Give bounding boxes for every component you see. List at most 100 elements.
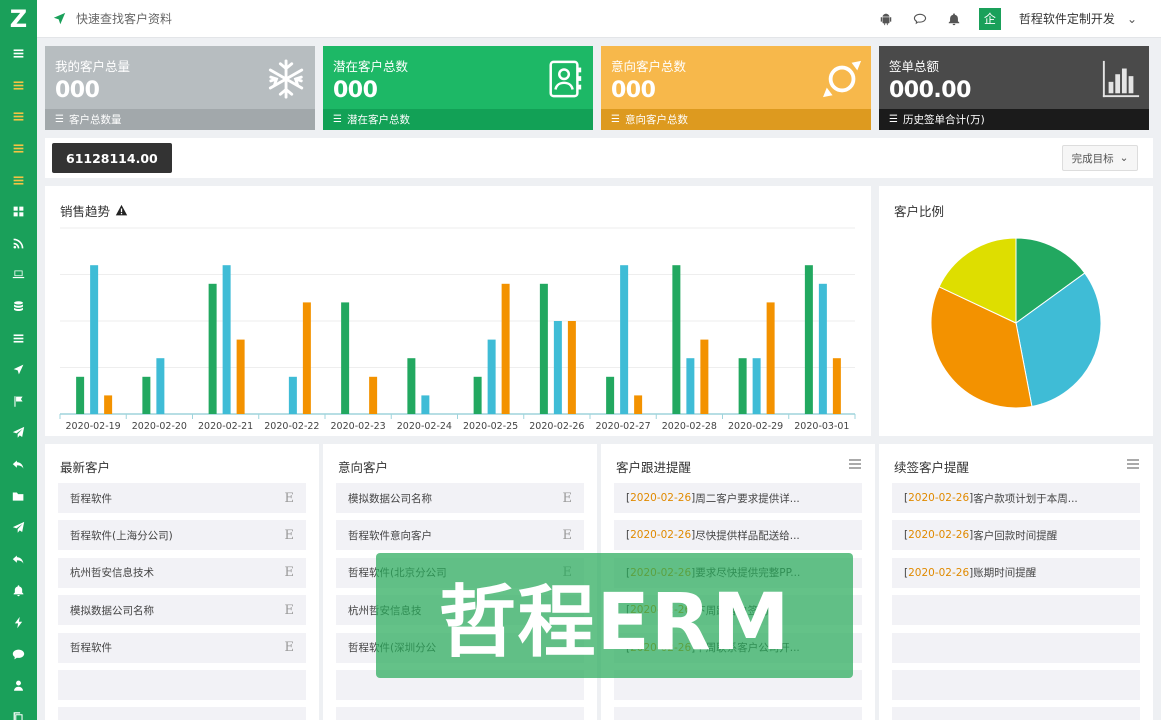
sidebar-item-20[interactable] [0,638,37,670]
menu-icon[interactable] [849,459,861,469]
bar[interactable] [700,339,709,414]
list-item[interactable]: [ 2020-02-26 ] 尽快提供样品配送给... [614,520,862,551]
bar[interactable] [407,358,416,414]
edit-icon[interactable]: E [563,491,573,506]
stat-card-4[interactable]: 签单总额 000.00 ☰ 历史签单合计(万) [879,46,1149,130]
bar[interactable] [473,376,482,414]
sidebar-item-16[interactable] [0,512,37,544]
bar[interactable] [302,302,311,414]
sidebar-item-11[interactable] [0,354,37,386]
bar[interactable] [76,376,85,414]
menu-icon[interactable] [1127,459,1139,469]
list-item[interactable] [58,707,306,720]
bar[interactable] [369,376,378,414]
android-icon[interactable] [869,12,903,26]
sidebar-item-22[interactable] [0,701,37,720]
list-item-text: 哲程软件意向客户 [348,529,432,542]
sidebar-item-14[interactable] [0,449,37,481]
list-item[interactable] [892,632,1140,663]
list-item[interactable]: 杭州哲安信息技术 E [58,557,306,588]
stat-card-2[interactable]: 潜在客户总数 000 ☰ 潜在客户总数 [323,46,593,130]
bar[interactable] [553,321,562,414]
bar[interactable] [539,283,548,414]
list-item[interactable]: [ 2020-02-26 ] 客户回款时间提醒 [892,520,1140,551]
bar[interactable] [487,339,496,414]
bar[interactable] [156,358,165,414]
sidebar-item-21[interactable] [0,670,37,702]
folder-icon [12,492,24,501]
sidebar-item-7[interactable] [0,228,37,260]
bar[interactable] [421,395,430,414]
stat-card-1[interactable]: 我的客户总量 000 ☰ 客户总数量 [45,46,315,130]
goal-dropdown[interactable]: 完成目标 ⌄ [1062,145,1138,171]
user-name[interactable]: 哲程软件定制开发 [1019,10,1115,27]
edit-icon[interactable]: E [285,528,295,543]
avatar[interactable]: 企 [978,7,1001,30]
list-item[interactable] [892,707,1140,720]
chat-icon[interactable] [903,12,937,26]
list-item[interactable]: 模拟数据公司名称 E [336,483,584,513]
list-item[interactable]: 哲程软件(上海分公司) E [58,520,306,551]
sidebar-item-6[interactable] [0,196,37,228]
edit-icon[interactable]: E [285,603,295,618]
bar[interactable] [634,395,643,414]
bar[interactable] [236,339,245,414]
sidebar-item-2[interactable] [0,70,37,102]
sidebar-item-1[interactable] [0,38,37,70]
bar[interactable] [90,265,99,414]
sidebar-item-13[interactable] [0,417,37,449]
sidebar-item-19[interactable] [0,607,37,639]
bar[interactable] [804,265,813,414]
bar[interactable] [288,376,297,414]
list-item[interactable] [614,707,862,720]
bar[interactable] [832,358,841,414]
bar[interactable] [818,283,827,414]
bar[interactable] [752,358,761,414]
bar[interactable] [501,283,510,414]
x-tick-label: 2020-02-24 [397,421,452,432]
list-item[interactable] [892,595,1140,626]
list-item[interactable]: [ 2020-02-26 ] 客户款项计划于本周... [892,483,1140,513]
list-item[interactable]: [ 2020-02-26 ] 周二客户要求提供详... [614,483,862,513]
list-item[interactable] [58,669,306,700]
list-item[interactable]: 哲程软件 E [58,632,306,663]
stat-card-3[interactable]: 意向客户总数 000 ☰ 意向客户总数 [601,46,871,130]
list-item[interactable] [336,707,584,720]
sidebar-item-4[interactable] [0,133,37,165]
bar[interactable] [620,265,629,414]
list-item[interactable]: 哲程软件意向客户 E [336,520,584,551]
bar[interactable] [341,302,350,414]
sidebar-item-9[interactable] [0,291,37,323]
bell-icon[interactable] [937,12,971,26]
bar[interactable] [222,265,231,414]
edit-icon[interactable]: E [563,528,573,543]
sidebar-item-5[interactable] [0,164,37,196]
sidebar-item-10[interactable] [0,322,37,354]
edit-icon[interactable]: E [285,491,295,506]
quick-search[interactable]: 快速查找客户资料 [53,10,172,27]
sidebar-item-8[interactable] [0,259,37,291]
bar[interactable] [738,358,747,414]
list-item[interactable]: 模拟数据公司名称 E [58,595,306,626]
edit-icon[interactable]: E [285,640,295,655]
stat-card-value: 000 [333,78,378,103]
bar[interactable] [686,358,695,414]
edit-icon[interactable]: E [285,565,295,580]
sidebar-item-18[interactable] [0,575,37,607]
sidebar-item-15[interactable] [0,480,37,512]
bar[interactable] [606,376,615,414]
sidebar-item-12[interactable] [0,386,37,418]
list-item[interactable]: 哲程软件 E [58,483,306,513]
list-item[interactable] [892,669,1140,700]
sidebar-item-3[interactable] [0,101,37,133]
bar[interactable] [104,395,113,414]
bar[interactable] [766,302,775,414]
stat-card-value: 000 [55,78,100,103]
bar[interactable] [208,283,217,414]
bar[interactable] [567,321,576,414]
chevron-down-icon[interactable]: ⌄ [1127,12,1137,26]
list-item[interactable]: [ 2020-02-26 ] 账期时间提醒 [892,557,1140,588]
bar[interactable] [142,376,151,414]
sidebar-item-17[interactable] [0,544,37,576]
bar[interactable] [672,265,681,414]
